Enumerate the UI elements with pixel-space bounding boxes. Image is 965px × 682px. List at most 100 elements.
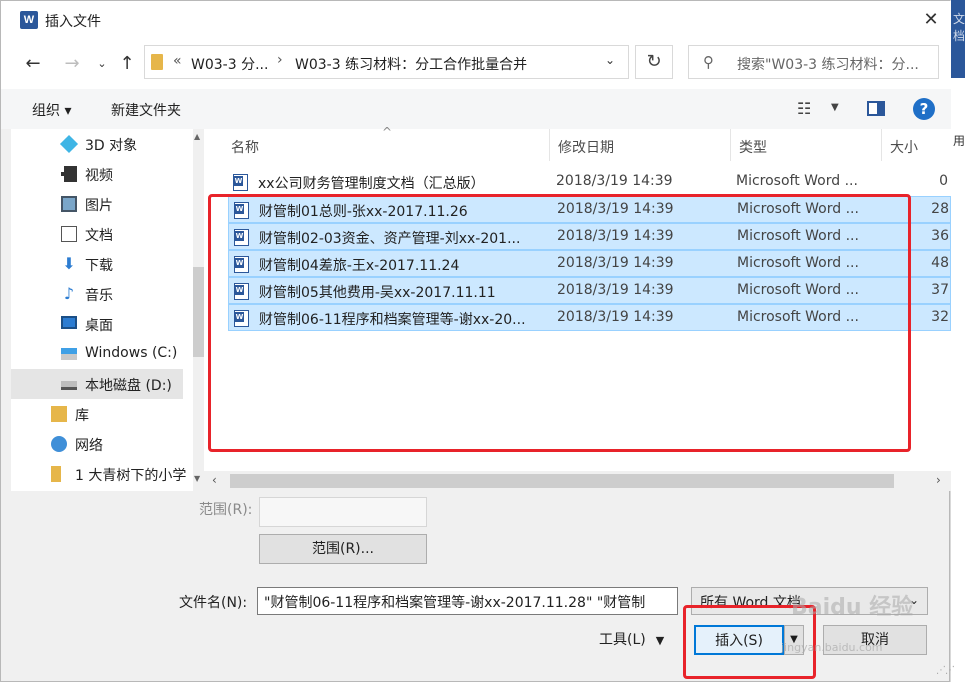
filename-input[interactable]: "财管制06-11程序和档案管理等-谢xx-2017.11.28" "财管制 <box>257 587 678 615</box>
nav-item-desktop[interactable]: 桌面 <box>11 309 183 339</box>
library-icon <box>51 406 67 422</box>
nav-item-network[interactable]: 网络 <box>11 429 183 459</box>
breadcrumb-separator-icon[interactable]: › <box>277 52 283 68</box>
navigation-row: ← → ⌄ ↑ « W03-3 分... › W03-3 练习材料：分工合作批量… <box>1 39 951 89</box>
file-size: 36 <box>931 228 949 244</box>
address-bar[interactable]: « W03-3 分... › W03-3 练习材料：分工合作批量合并 ⌄ <box>144 45 629 79</box>
search-placeholder: 搜索"W03-3 练习材料：分... <box>737 57 919 73</box>
word-app-icon: W <box>20 11 38 29</box>
background-app-strip: 文档 用 <box>950 0 965 682</box>
file-size: 37 <box>931 282 949 298</box>
forward-arrow-icon[interactable]: → <box>59 51 85 77</box>
folder-icon <box>51 466 61 482</box>
windows-drive-icon <box>61 348 77 360</box>
chevron-down-icon[interactable]: ⌄ <box>605 53 615 67</box>
nav-item-documents[interactable]: 文档 <box>11 219 183 249</box>
navigation-pane: 3D 对象 视频 图片 文档 ⬇ 下载 ♪ 音乐 桌面 Windows (C:) <box>11 129 204 491</box>
nav-item-label: 网络 <box>75 438 103 454</box>
range-input <box>259 497 427 527</box>
selection-highlight-annotation <box>208 194 911 452</box>
chevron-down-icon: ▼ <box>655 634 665 647</box>
search-icon: ⚲ <box>703 53 714 71</box>
tools-label: 工具(L) <box>599 632 646 648</box>
folder-icon <box>151 54 163 70</box>
scrollbar-thumb[interactable] <box>193 267 204 357</box>
word-document-icon <box>233 174 248 191</box>
help-icon[interactable]: ? <box>913 98 935 120</box>
column-header-name[interactable]: 名称 <box>223 129 549 161</box>
watermark-url: jingyan.baidu.com <box>781 641 883 654</box>
file-date: 2018/3/19 14:39 <box>556 173 673 189</box>
file-row[interactable]: xx公司财务管理制度文档（汇总版） 2018/3/19 14:39 Micros… <box>228 169 951 196</box>
scroll-down-icon[interactable]: ▼ <box>194 474 200 483</box>
resize-grip-icon[interactable]: ⋰⋰ <box>936 665 955 676</box>
search-box[interactable]: ⚲ 搜索"W03-3 练习材料：分... <box>688 45 939 79</box>
file-type: Microsoft Word ... <box>736 173 858 189</box>
preview-pane-icon[interactable] <box>867 101 885 116</box>
file-size: 28 <box>931 201 949 217</box>
new-folder-button[interactable]: 新建文件夹 <box>111 100 181 120</box>
command-bar: 组织 ▾ 新建文件夹 ☷ ▼ ? <box>1 89 951 129</box>
file-size: 32 <box>931 309 949 325</box>
picture-icon <box>61 196 77 212</box>
nav-item-pictures[interactable]: 图片 <box>11 189 183 219</box>
nav-item-label: 1 大青树下的小学 <box>75 468 187 484</box>
refresh-icon[interactable]: ↻ <box>635 45 673 79</box>
nav-item-label: 文档 <box>85 228 113 244</box>
scroll-up-icon[interactable]: ▲ <box>194 132 200 141</box>
breadcrumb-segment[interactable]: W03-3 分... <box>191 54 268 74</box>
file-size: 0 <box>939 173 948 189</box>
nav-item-label: 本地磁盘 (D:) <box>85 378 172 394</box>
nav-item-label: Windows (C:) <box>85 345 178 361</box>
file-size: 48 <box>931 255 949 271</box>
column-header-label: 大小 <box>890 140 918 156</box>
nav-item-library[interactable]: 库 <box>11 399 183 429</box>
tools-menu[interactable]: 工具(L) ▼ <box>599 629 664 649</box>
title-bar: W 插入文件 ✕ <box>1 1 951 39</box>
column-header-type[interactable]: 类型 <box>731 129 881 161</box>
nav-item-windows-c[interactable]: Windows (C:) <box>11 339 183 369</box>
scroll-left-icon[interactable]: ‹ <box>212 473 217 487</box>
disk-drive-icon <box>61 381 77 390</box>
column-header-label: 名称 <box>231 140 259 156</box>
nav-pane-scrollbar[interactable]: ▲ ▼ <box>193 129 204 491</box>
column-header-label: 类型 <box>739 140 767 156</box>
document-icon <box>61 226 77 242</box>
scrollbar-thumb[interactable] <box>230 474 894 488</box>
nav-item-label: 视频 <box>85 168 113 184</box>
column-header-date[interactable]: 修改日期 <box>550 129 730 161</box>
video-icon <box>61 166 77 182</box>
music-icon: ♪ <box>63 284 75 303</box>
nav-item-label: 桌面 <box>85 318 113 334</box>
nav-item-downloads[interactable]: ⬇ 下载 <box>11 249 183 279</box>
nav-item-3d-objects[interactable]: 3D 对象 <box>11 129 183 159</box>
breadcrumb-segment[interactable]: W03-3 练习材料：分工合作批量合并 <box>295 54 527 74</box>
organize-button[interactable]: 组织 ▾ <box>32 100 71 120</box>
nav-item-music[interactable]: ♪ 音乐 <box>11 279 183 309</box>
nav-item-label: 图片 <box>85 198 113 214</box>
insert-file-dialog: W 插入文件 ✕ ← → ⌄ ↑ « W03-3 分... › W03-3 练习… <box>0 0 955 682</box>
nav-item-label: 音乐 <box>85 288 113 304</box>
range-button[interactable]: 范围(R)... <box>259 534 427 564</box>
close-icon[interactable]: ✕ <box>913 6 949 34</box>
scroll-right-icon[interactable]: › <box>936 473 941 487</box>
download-icon: ⬇ <box>62 254 76 273</box>
up-arrow-icon[interactable]: ↑ <box>114 51 140 77</box>
cube-3d-icon <box>59 134 79 154</box>
dialog-title: 插入文件 <box>45 14 101 30</box>
background-text: 文档 <box>953 12 965 43</box>
nav-item-videos[interactable]: 视频 <box>11 159 183 189</box>
recent-locations-chevron-icon[interactable]: ⌄ <box>89 51 115 77</box>
nav-item-label: 库 <box>75 408 89 424</box>
nav-item-label: 下载 <box>85 258 113 274</box>
view-options-icon[interactable]: ☷ <box>797 99 811 118</box>
network-icon <box>51 436 67 452</box>
breadcrumb-overflow-icon[interactable]: « <box>173 53 182 69</box>
column-header-size[interactable]: 大小 <box>882 129 951 161</box>
back-arrow-icon[interactable]: ← <box>20 51 46 77</box>
chevron-down-icon[interactable]: ▼ <box>831 102 839 113</box>
nav-item-local-disk-d[interactable]: 本地磁盘 (D:) <box>11 369 183 399</box>
file-list-horizontal-scrollbar[interactable]: ‹ › <box>204 471 951 491</box>
nav-item-folder[interactable]: 1 大青树下的小学 <box>11 459 187 489</box>
range-label: 范围(R): <box>199 502 253 518</box>
